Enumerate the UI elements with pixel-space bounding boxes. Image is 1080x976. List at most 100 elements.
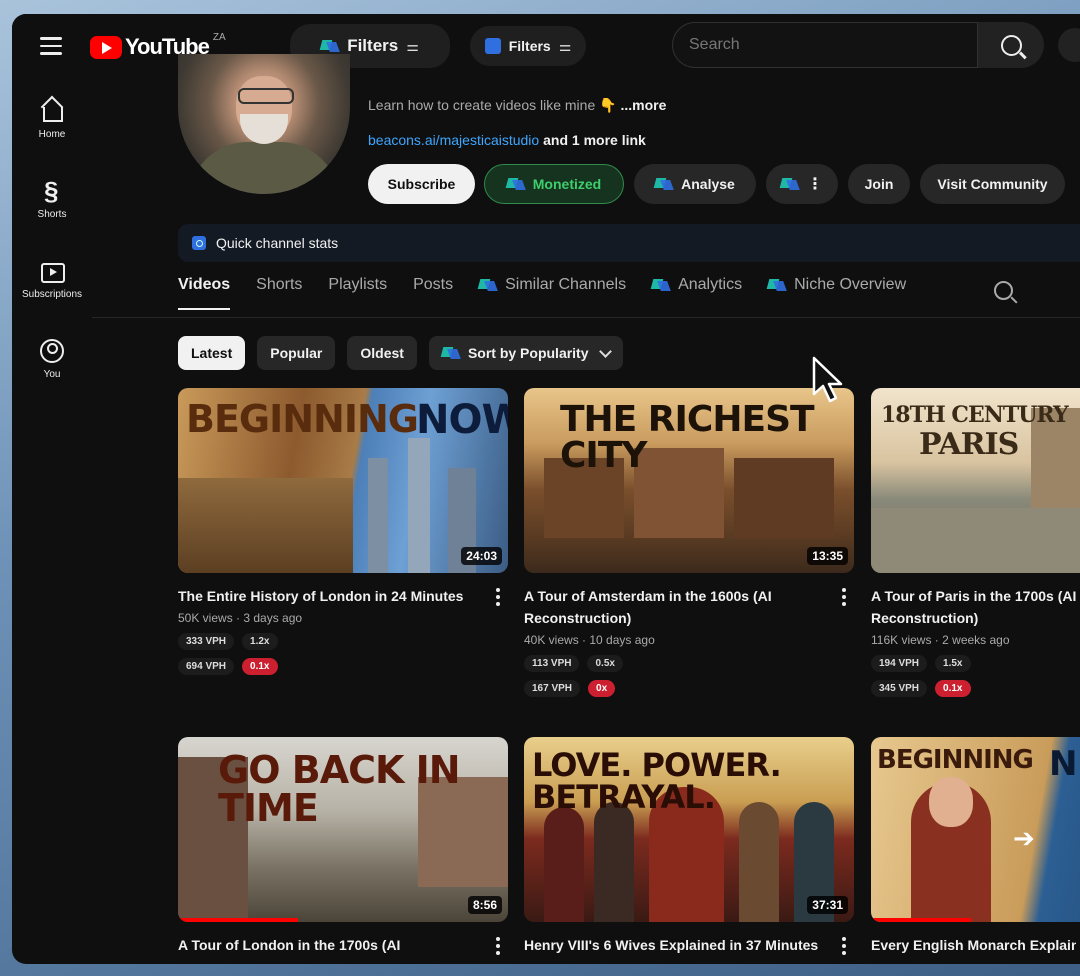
sidebar-item-shorts[interactable]: Shorts [12, 176, 92, 220]
join-label: Join [864, 176, 894, 192]
channel-description[interactable]: Learn how to create videos like mine 👇 .… [368, 97, 666, 114]
sidebar-item-you[interactable]: You [12, 338, 92, 380]
chip-latest[interactable]: Latest [178, 336, 246, 370]
video-title[interactable]: Every English Monarch Explaine [871, 934, 1076, 956]
sidebar-item-label: You [43, 369, 61, 380]
search-input[interactable] [687, 35, 961, 55]
shorts-icon [39, 176, 65, 207]
thumbnail-text: NOW [416, 397, 508, 443]
multiplier-badge: 0x [588, 680, 616, 697]
sidebar-item-subscriptions[interactable]: Subscriptions [12, 258, 92, 300]
video-meta: 50K views · 3 days ago [178, 611, 303, 625]
tab-posts[interactable]: Posts [413, 276, 453, 308]
join-button[interactable]: Join [848, 164, 910, 204]
quick-channel-stats[interactable]: Quick channel stats [178, 224, 1080, 262]
sort-by-popularity-dropdown[interactable]: Sort by Popularity [428, 336, 623, 370]
video-meta: 116K views · 2 weeks ago [871, 633, 1010, 647]
subscriptions-icon [39, 258, 65, 284]
multiplier-badge: 0.5x [587, 655, 623, 672]
thumbnail-text: N [1049, 744, 1077, 784]
vidiq-more-button[interactable]: ⋮ [766, 164, 838, 204]
multiplier-badge: 0.1x [935, 680, 971, 697]
monetized-button[interactable]: Monetized [484, 164, 624, 204]
video-title[interactable]: A Tour of Paris in the 1700s (AI Reconst… [871, 585, 1080, 629]
video-thumbnail[interactable]: GO BACK IN TIME 8:56 [178, 737, 508, 922]
stats-icon [192, 236, 206, 250]
more-link[interactable]: ...more [620, 97, 666, 113]
thumbnail-text: PARIS [919, 427, 1019, 462]
video-title[interactable]: The Entire History of London in 24 Minut… [178, 585, 478, 607]
more-vertical-icon[interactable] [842, 588, 846, 609]
analyse-button[interactable]: Analyse [634, 164, 756, 204]
vph-badge: 694 VPH [178, 658, 235, 675]
monetized-label: Monetized [532, 176, 602, 192]
video-thumbnail[interactable]: 18TH CENTURY PARIS [871, 388, 1080, 573]
vidiq-x-icon [442, 345, 460, 361]
multiplier-badge: 1.5x [935, 655, 971, 672]
more-vertical-icon[interactable] [842, 937, 846, 958]
mic-button[interactable] [1058, 28, 1080, 62]
video-thumbnail[interactable]: LOVE. POWER. BETRAYAL. 37:31 [524, 737, 854, 922]
vidiq-x-icon [781, 176, 799, 192]
video-card[interactable]: THE RICHEST CITY 13:35 A Tour of Amsterd… [524, 388, 854, 697]
vidiq-x-icon [321, 38, 339, 54]
vidiq-x-icon [507, 176, 525, 192]
watch-progress-bar [178, 918, 298, 922]
vidiq-x-icon [655, 176, 673, 192]
video-thumbnail[interactable]: BEGINNING N ➔ [871, 737, 1080, 922]
tab-videos[interactable]: Videos [178, 276, 231, 310]
thumbnail-text: BEGINNING [186, 397, 419, 441]
visit-community-button[interactable]: Visit Community [920, 164, 1065, 204]
chip-oldest[interactable]: Oldest [347, 336, 417, 370]
thumbnail-text: 18TH CENTURY [881, 402, 1069, 428]
video-thumbnail[interactable]: THE RICHEST CITY 13:35 [524, 388, 854, 573]
tab-playlists[interactable]: Playlists [328, 276, 387, 308]
tab-analytics[interactable]: Analytics [652, 276, 742, 308]
filters-small-button[interactable]: Filters ⚌ [470, 26, 586, 66]
channel-avatar[interactable] [178, 54, 350, 194]
sliders-small-icon: ⚌ [558, 37, 572, 54]
sidebar: Home Shorts Subscriptions You [12, 78, 92, 964]
channel-link[interactable]: beacons.ai/majesticaistudio [368, 132, 539, 148]
more-vertical-icon: ⋮ [807, 176, 823, 193]
video-title[interactable]: A Tour of Amsterdam in the 1600s (AI Rec… [524, 585, 824, 629]
sidebar-item-home[interactable]: Home [12, 98, 92, 140]
video-card[interactable]: BEGINNING NOW 24:03 The Entire History o… [178, 388, 508, 675]
sidebar-item-label: Subscriptions [21, 289, 83, 300]
more-vertical-icon[interactable] [496, 588, 500, 609]
video-card[interactable]: GO BACK IN TIME 8:56 A Tour of London in… [178, 737, 508, 956]
more-vertical-icon[interactable] [496, 937, 500, 958]
video-card[interactable]: LOVE. POWER. BETRAYAL. 37:31 Henry VIII'… [524, 737, 854, 956]
sort-chips: Latest Popular Oldest Sort by Popularity [178, 336, 623, 370]
channel-search-button[interactable] [994, 281, 1016, 303]
tab-shorts[interactable]: Shorts [256, 276, 302, 308]
vidiq-x-icon [768, 277, 786, 293]
tabs-divider [92, 317, 1080, 318]
subscribe-button[interactable]: Subscribe [368, 164, 475, 204]
mouse-cursor-icon [812, 356, 843, 403]
browser-window: YouTube ZA Filters ⚌ Filters ⚌ Home Shor… [12, 14, 1080, 964]
hamburger-menu-icon[interactable] [40, 37, 62, 55]
video-card[interactable]: BEGINNING N ➔ Every English Monarch Expl… [871, 737, 1080, 956]
video-title[interactable]: Henry VIII's 6 Wives Explained in 37 Min… [524, 934, 824, 956]
vph-badge: 167 VPH [524, 680, 581, 697]
home-icon [39, 98, 65, 124]
analyse-label: Analyse [681, 176, 735, 192]
vidiq-icon [484, 38, 501, 54]
more-links[interactable]: and 1 more link [543, 132, 646, 148]
search-button[interactable] [978, 22, 1044, 68]
thumbnail-text: BEGINNING [877, 745, 1034, 775]
arrow-right-icon: ➔ [1013, 823, 1035, 853]
you-icon [39, 338, 65, 364]
video-thumbnail[interactable]: BEGINNING NOW 24:03 [178, 388, 508, 573]
tab-niche-overview[interactable]: Niche Overview [768, 276, 906, 308]
chip-popular[interactable]: Popular [257, 336, 336, 370]
video-duration: 37:31 [807, 896, 848, 914]
channel-links: beacons.ai/majesticaistudio and 1 more l… [368, 132, 646, 148]
filters-small-label: Filters [508, 38, 551, 54]
video-title[interactable]: A Tour of London in the 1700s (AI [178, 934, 478, 956]
sliders-icon: ⚌ [406, 37, 419, 54]
video-card[interactable]: 18TH CENTURY PARIS A Tour of Paris in th… [871, 388, 1080, 697]
video-meta: 40K views · 10 days ago [524, 633, 655, 647]
tab-similar-channels[interactable]: Similar Channels [479, 276, 626, 308]
